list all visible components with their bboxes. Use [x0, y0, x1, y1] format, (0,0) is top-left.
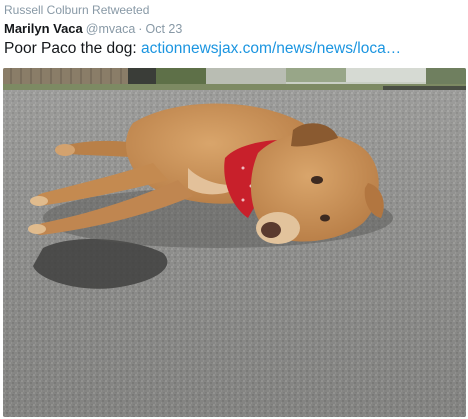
author-handle[interactable]: @mvaca [86, 22, 136, 36]
dog-photo-icon [3, 68, 466, 417]
tweet-text: Poor Paco the dog: [4, 40, 142, 57]
tweet-header: Marilyn Vaca @mvaca · Oct 23 [4, 20, 182, 38]
retweet-context[interactable]: Russell Colburn Retweeted [4, 2, 149, 18]
retweet-label: Russell Colburn Retweeted [4, 3, 150, 17]
tweet-body: Poor Paco the dog: actionnewsjax.com/new… [4, 38, 401, 60]
tweet-link[interactable]: actionnewsjax.com/news/news/loca… [141, 40, 401, 57]
meta-separator: · [138, 22, 143, 36]
tweet-media-photo[interactable] [3, 68, 466, 417]
author-display-name[interactable]: Marilyn Vaca [4, 21, 83, 36]
tweet-timestamp[interactable]: Oct 23 [145, 22, 182, 36]
